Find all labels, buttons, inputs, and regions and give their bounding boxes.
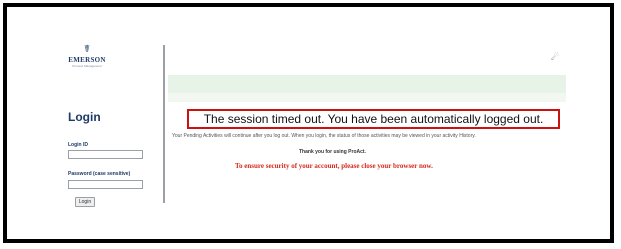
header-banner xyxy=(168,75,566,93)
sidebar: ☤ EMERSON Process Management Login Login… xyxy=(7,7,163,239)
emerson-logo-icon: ☤ xyxy=(83,44,91,55)
header-banner-lower xyxy=(168,93,566,102)
emerson-logo: ☤ EMERSON Process Management xyxy=(62,45,112,68)
login-button[interactable]: Login xyxy=(75,197,95,207)
login-id-label: Login ID xyxy=(68,142,88,148)
security-warning-message: To ensure security of your account, plea… xyxy=(235,162,433,170)
sidebar-divider xyxy=(163,45,165,203)
login-id-input[interactable] xyxy=(68,150,143,159)
password-input[interactable] xyxy=(68,180,143,189)
logo-name: EMERSON xyxy=(68,56,106,64)
screenshot-frame: ☤ EMERSON Process Management Login Login… xyxy=(3,3,614,243)
session-timeout-message: The session timed out. You have been aut… xyxy=(187,109,560,129)
pending-activities-message: Your Pending Activities will continue af… xyxy=(172,133,476,139)
password-label: Password (case sensitive) xyxy=(68,171,131,177)
login-title: Login xyxy=(68,110,101,124)
thank-you-message: Thank you for using ProAct. xyxy=(299,149,366,155)
decorative-corner-icon: ☄ xyxy=(551,53,560,63)
logo-tagline: Process Management xyxy=(72,64,102,68)
